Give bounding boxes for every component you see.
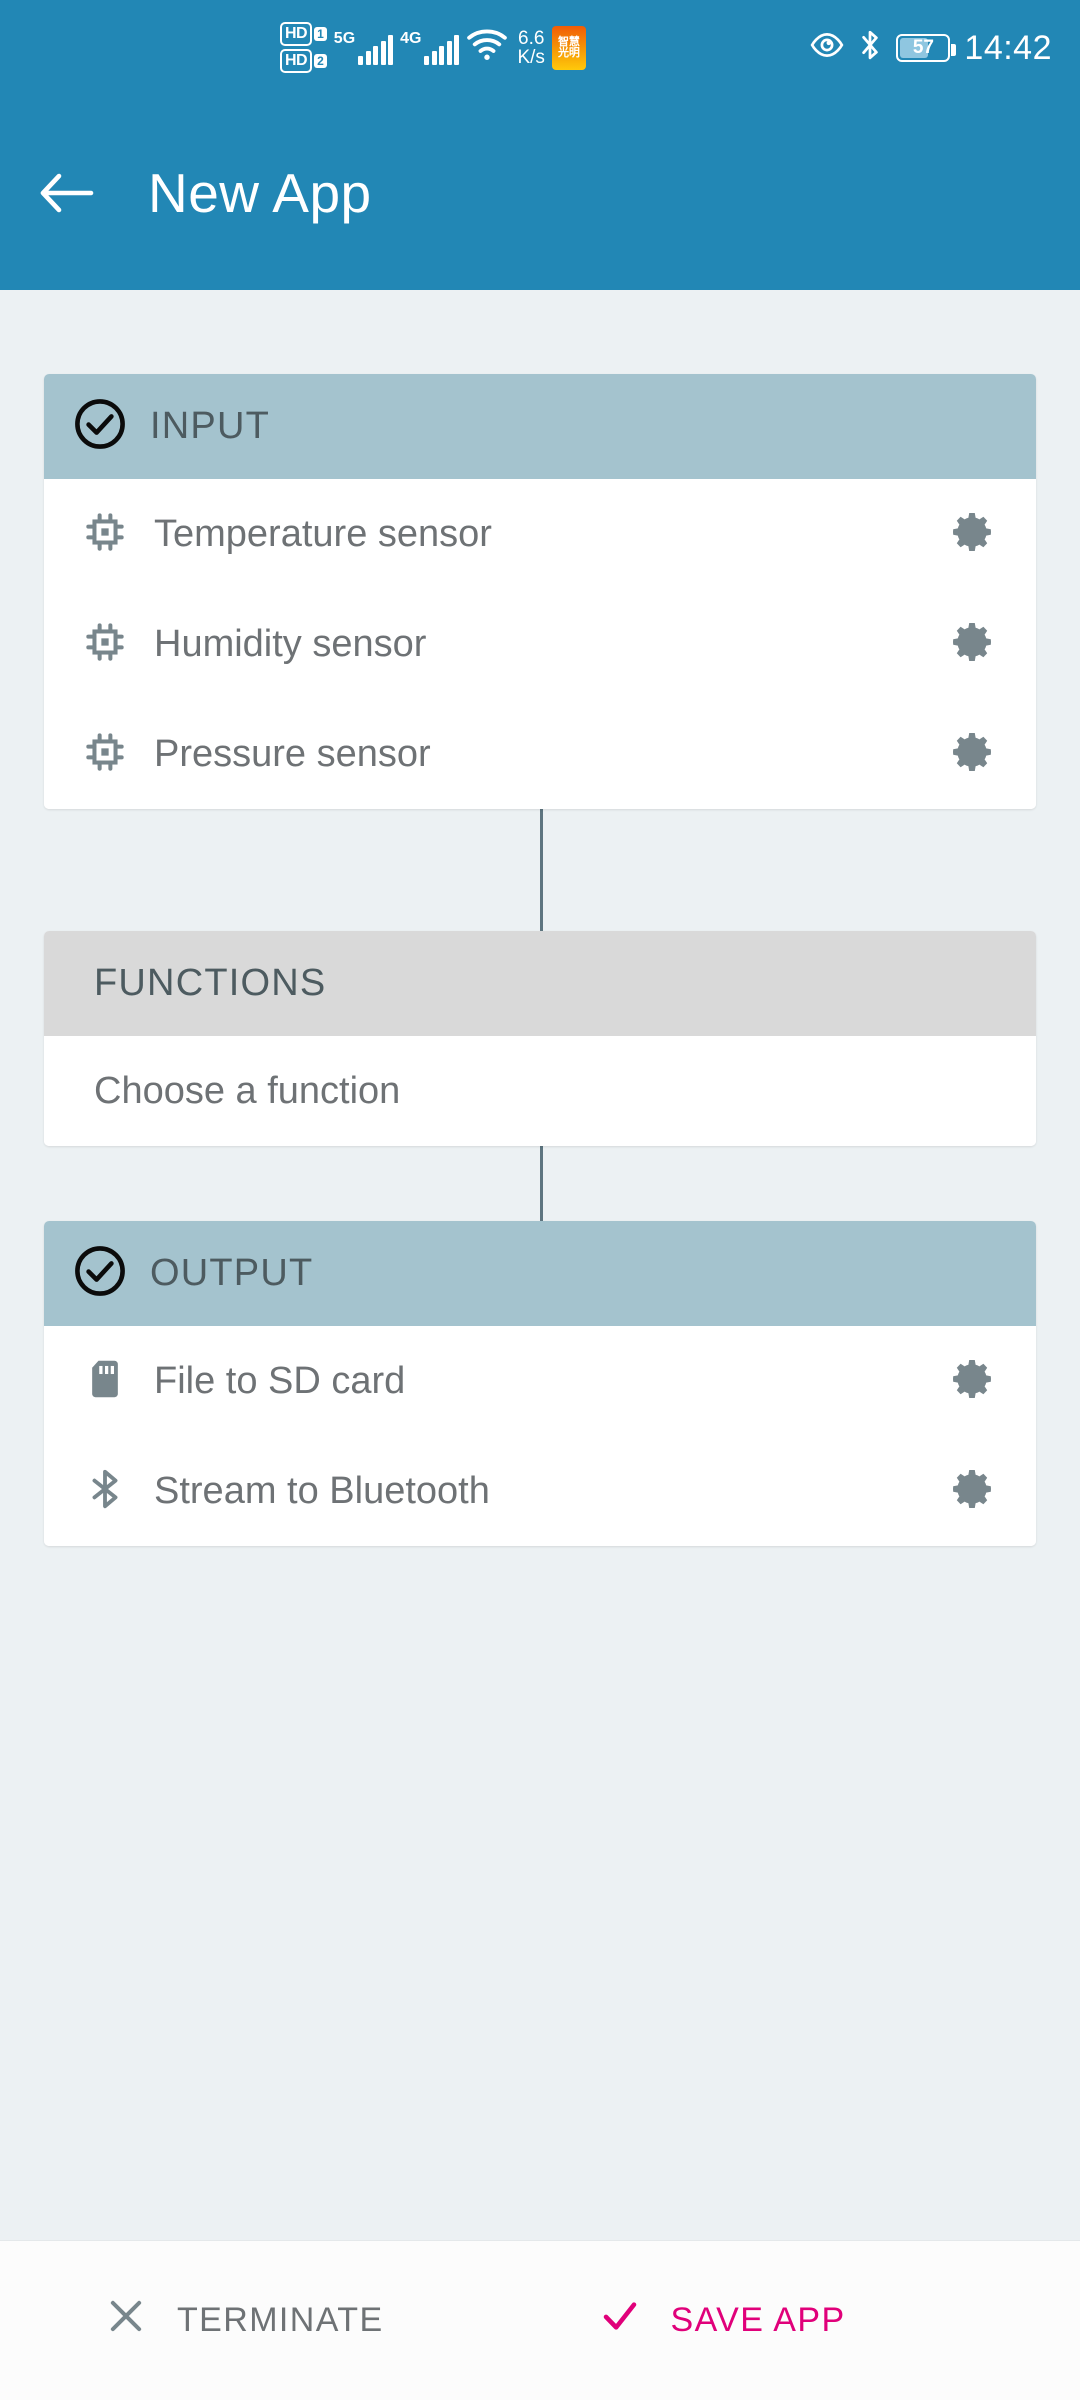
back-arrow-icon[interactable] (38, 164, 96, 222)
save-app-label: SAVE APP (670, 2301, 846, 2339)
hd-sim1-indicator: HD 1 (280, 22, 327, 46)
app-badge-line2: 光明 (557, 46, 580, 59)
check-circle-icon (74, 1245, 126, 1302)
check-circle-icon (74, 398, 126, 455)
list-item[interactable]: Stream to Bluetooth (44, 1436, 1036, 1546)
network-speed: 6.6 K/s (517, 29, 544, 67)
hd-sim2-number: 2 (314, 54, 327, 68)
bluetooth-icon (82, 1466, 128, 1517)
wifi-icon (466, 27, 508, 66)
bottom-action-bar: TERMINATE SAVE APP (0, 2240, 1080, 2400)
terminate-label: TERMINATE (177, 2301, 384, 2339)
section-card-output: OUTPUT File to SD card Stream to Bluetoo… (44, 1221, 1036, 1546)
network-type-sim2: 4G (400, 29, 422, 47)
hd-volte-indicators: HD 1 HD 2 (280, 22, 327, 73)
section-header-functions[interactable]: FUNCTIONS (44, 931, 1036, 1036)
list-item[interactable]: Humidity sensor (44, 589, 1036, 699)
terminate-button[interactable]: TERMINATE (105, 2295, 384, 2346)
hd-sim1-number: 1 (314, 27, 327, 41)
close-x-icon (105, 2295, 147, 2346)
section-header-output[interactable]: OUTPUT (44, 1221, 1036, 1326)
eye-icon (810, 32, 844, 63)
app-screen: HD 1 HD 2 5G 4G 6.6 K/s 智慧 光明 57 14:42 N… (0, 0, 1080, 2400)
function-placeholder-row[interactable]: Choose a function (44, 1036, 1036, 1146)
signal-bars-icon (358, 34, 394, 65)
list-item[interactable]: File to SD card (44, 1326, 1036, 1436)
bluetooth-icon (858, 29, 882, 66)
list-item[interactable]: Temperature sensor (44, 479, 1036, 589)
chip-icon (82, 509, 128, 560)
section-title-output: OUTPUT (150, 1252, 314, 1294)
app-bar: New App (0, 95, 1080, 290)
network-speed-unit: K/s (517, 46, 545, 68)
list-item-label: Humidity sensor (154, 622, 427, 665)
app-badge-line1: 智慧 (557, 35, 580, 48)
function-placeholder-label: Choose a function (94, 1069, 401, 1112)
signal-bars-icon (424, 34, 460, 65)
signal-sim1: 5G (333, 29, 394, 65)
gear-icon[interactable] (948, 728, 996, 781)
status-bar-clock: 14:42 (964, 28, 1052, 67)
section-card-functions: FUNCTIONS Choose a function (44, 931, 1036, 1146)
list-item-label: Pressure sensor (154, 732, 431, 775)
battery-icon: 57 (896, 33, 957, 62)
chip-icon (82, 619, 128, 670)
chip-icon (82, 729, 128, 780)
status-bar-right-icons: 57 14:42 (810, 0, 1052, 95)
section-card-input: INPUT Temperature sensor Humidity sensor… (44, 374, 1036, 809)
section-header-input[interactable]: INPUT (44, 374, 1036, 479)
status-bar-left-icons: HD 1 HD 2 5G 4G 6.6 K/s 智慧 光明 (280, 0, 586, 95)
gear-icon[interactable] (948, 1465, 996, 1518)
hd-sim1-label: HD (280, 22, 313, 46)
list-item-label: File to SD card (154, 1359, 406, 1402)
status-bar: HD 1 HD 2 5G 4G 6.6 K/s 智慧 光明 57 14:42 (0, 0, 1080, 95)
hd-sim2-indicator: HD 2 (280, 49, 327, 73)
gear-icon[interactable] (948, 618, 996, 671)
gear-icon[interactable] (948, 1355, 996, 1408)
list-item-label: Stream to Bluetooth (154, 1469, 490, 1512)
network-speed-value: 6.6 (518, 27, 545, 49)
list-item-label: Temperature sensor (154, 512, 492, 555)
sd-card-icon (82, 1356, 128, 1407)
list-item[interactable]: Pressure sensor (44, 699, 1036, 809)
save-app-button[interactable]: SAVE APP (599, 2295, 846, 2346)
battery-percent: 57 (912, 37, 934, 58)
main-content: INPUT Temperature sensor Humidity sensor… (0, 290, 1080, 2240)
hd-sim2-label: HD (280, 49, 313, 73)
gear-icon[interactable] (948, 508, 996, 561)
network-type-sim1: 5G (333, 29, 356, 47)
page-title: New App (148, 161, 372, 224)
section-title-input: INPUT (150, 405, 270, 447)
signal-sim2: 4G (400, 29, 460, 65)
section-title-functions: FUNCTIONS (94, 962, 327, 1004)
check-icon (599, 2295, 641, 2346)
notification-app-badge: 智慧 光明 (551, 25, 586, 70)
